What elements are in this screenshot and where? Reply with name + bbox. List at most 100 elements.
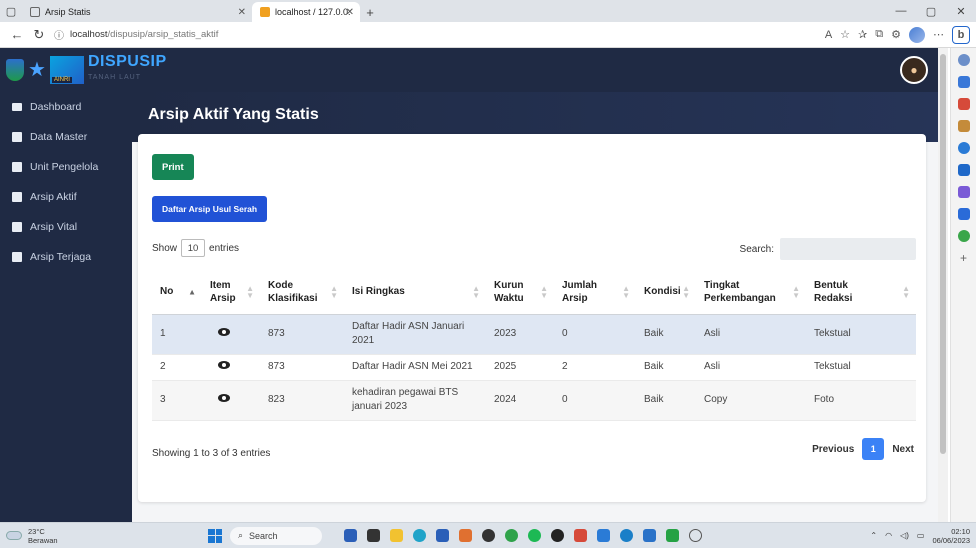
content-card: Print Daftar Arsip Usul Serah Show 10 en… <box>138 134 926 502</box>
edge-dev-icon[interactable] <box>620 529 633 542</box>
more-icon[interactable]: ⋯ <box>933 28 944 41</box>
column-header-item-arsip[interactable]: Item Arsip ▲ ▼ <box>202 270 260 315</box>
xampp-icon[interactable] <box>459 529 472 542</box>
refresh-icon[interactable]: ↻ <box>28 27 50 43</box>
edge-icon[interactable] <box>413 529 426 542</box>
read-aloud-icon[interactable]: A <box>825 29 832 41</box>
sidebar-item-arsip-aktif[interactable]: Arsip Aktif <box>0 182 132 212</box>
games-icon[interactable] <box>957 142 970 154</box>
column-header-isi-ringkas[interactable]: Isi Ringkas ▲ ▼ <box>344 270 486 315</box>
app-logo[interactable]: ★ AINRI DISPUSIP TANAH LAUT <box>0 54 167 86</box>
shopping-icon[interactable] <box>957 98 970 110</box>
print-button[interactable]: Print <box>152 154 194 180</box>
sidebar-item-arsip-vital[interactable]: Arsip Vital <box>0 212 132 242</box>
next-page-button[interactable]: Next <box>892 444 914 455</box>
column-header-bentuk-redaksi[interactable]: Bentuk Redaksi ▲ ▼ <box>806 270 916 315</box>
whatsapp-icon[interactable] <box>666 529 679 542</box>
drop-icon[interactable] <box>957 208 970 220</box>
sidebar-item-arsip-terjaga[interactable]: Arsip Terjaga <box>0 242 132 272</box>
browser-tabbar: ▢ Arsip Statis ✕ localhost / 127.0.0.1 /… <box>0 0 976 22</box>
weather-temp: 23°C <box>28 526 45 536</box>
eye-icon[interactable] <box>218 328 230 336</box>
teams-icon[interactable] <box>643 529 656 542</box>
close-icon[interactable]: ✕ <box>346 7 354 18</box>
new-tab-button[interactable]: + <box>360 2 380 22</box>
taskbar-apps <box>344 529 702 542</box>
sort-icon: ▲ ▼ <box>330 283 338 300</box>
store-icon[interactable] <box>436 529 449 542</box>
add-icon[interactable]: + <box>958 252 970 264</box>
sidebar-item-label: Unit Pengelola <box>30 161 99 173</box>
clock[interactable]: 02:10 06/06/2023 <box>932 527 970 545</box>
sidebar-item-dashboard[interactable]: Dashboard <box>0 92 132 122</box>
page-1-button[interactable]: 1 <box>862 438 885 460</box>
spotify-icon[interactable] <box>528 529 541 542</box>
cell-kondisi: Baik <box>636 354 696 381</box>
daftar-arsip-usul-serah-button[interactable]: Daftar Arsip Usul Serah <box>152 196 268 222</box>
column-header-no[interactable]: No ▲ <box>152 270 202 315</box>
windows-start-icon[interactable] <box>208 528 222 543</box>
page-scrollbar[interactable] <box>938 48 948 522</box>
url-field[interactable]: ⓘ localhost /dispusip/arsip_statis_aktif <box>54 27 218 42</box>
window-controls: — ▢ ✕ <box>886 0 976 22</box>
sidebar-item-data-master[interactable]: Data Master <box>0 122 132 152</box>
profile-avatar[interactable] <box>909 26 925 43</box>
bing-icon[interactable]: b <box>952 25 970 44</box>
tab-phpmyadmin[interactable]: localhost / 127.0.0.1 / dispusip | ✕ <box>252 2 360 22</box>
entries-select[interactable]: 10 <box>181 239 206 257</box>
dolphin-app-icon[interactable] <box>344 529 357 542</box>
book-icon <box>12 222 22 232</box>
user-avatar[interactable]: ● <box>900 56 928 84</box>
weather-widget[interactable]: 23°C Berawan <box>0 527 150 545</box>
office-icon[interactable] <box>574 529 587 542</box>
github-icon[interactable] <box>551 529 564 542</box>
close-icon[interactable]: ✕ <box>238 7 246 18</box>
edge-sidebar: + <box>950 48 976 522</box>
file-explorer-icon[interactable] <box>390 529 403 542</box>
vscode-icon[interactable] <box>597 529 610 542</box>
wifi-icon[interactable]: ◠ <box>885 531 892 540</box>
windows-taskbar: 23°C Berawan ⌕ Search ⌃ ◠ ◁) ▭ 02:10 06/0… <box>0 522 976 548</box>
search-input[interactable] <box>780 238 916 260</box>
column-header-jumlah-arsip[interactable]: Jumlah Arsip ▲ ▼ <box>554 270 636 315</box>
search-icon[interactable] <box>957 54 970 66</box>
cell-isi: Daftar Hadir ASN Mei 2021 <box>344 354 486 381</box>
eye-icon[interactable] <box>218 361 230 369</box>
cell-kurun: 2025 <box>486 354 554 381</box>
restore-icon[interactable]: ▢ <box>916 5 946 18</box>
column-header-kode-klasifikasi[interactable]: Kode Klasifikasi ▲ ▼ <box>260 270 344 315</box>
emoji-icon[interactable] <box>689 529 702 542</box>
column-header-kondisi[interactable]: Kondisi ▲ ▼ <box>636 270 696 315</box>
tab-actions-icon[interactable]: ▢ <box>0 0 22 22</box>
battery-icon[interactable]: ▭ <box>917 531 925 540</box>
column-header-tingkat-perkembangan[interactable]: Tingkat Perkembangan ▲ ▼ <box>696 270 806 315</box>
eye-icon[interactable] <box>218 394 230 402</box>
sidebar-item-unit-pengelola[interactable]: Unit Pengelola <box>0 152 132 182</box>
favorites-icon[interactable]: ✰ <box>858 28 867 41</box>
extensions-icon[interactable]: ⚙ <box>891 28 901 41</box>
cell-bentuk: Foto <box>806 380 916 421</box>
chevron-up-icon[interactable]: ⌃ <box>870 531 877 540</box>
taskview-icon[interactable] <box>367 529 380 542</box>
minimize-icon[interactable]: — <box>886 5 916 17</box>
tab-arsip-statis[interactable]: Arsip Statis ✕ <box>22 2 252 22</box>
back-arrow-icon[interactable]: ← <box>6 27 28 42</box>
header-label: Kode Klasifikasi <box>268 279 318 304</box>
scroll-thumb[interactable] <box>940 54 946 454</box>
tools-icon[interactable] <box>957 120 970 132</box>
favorite-star-icon[interactable]: ☆ <box>840 28 850 41</box>
column-header-kurun-waktu[interactable]: Kurun Waktu ▲ ▼ <box>486 270 554 315</box>
media-icon[interactable] <box>482 529 495 542</box>
volume-icon[interactable]: ◁) <box>900 531 909 540</box>
sort-icon: ▲ ▼ <box>902 283 910 300</box>
chrome-icon[interactable] <box>505 529 518 542</box>
outlook-icon[interactable] <box>957 164 970 176</box>
discover-icon[interactable] <box>957 76 970 88</box>
previous-page-button[interactable]: Previous <box>812 444 854 455</box>
close-window-icon[interactable]: ✕ <box>946 5 976 18</box>
tree-icon[interactable] <box>957 230 970 242</box>
taskbar-search[interactable]: ⌕ Search <box>230 526 322 545</box>
sidebar-item-label: Arsip Terjaga <box>30 251 92 263</box>
collections-icon[interactable]: ⧉ <box>875 28 883 41</box>
designer-icon[interactable] <box>957 186 970 198</box>
